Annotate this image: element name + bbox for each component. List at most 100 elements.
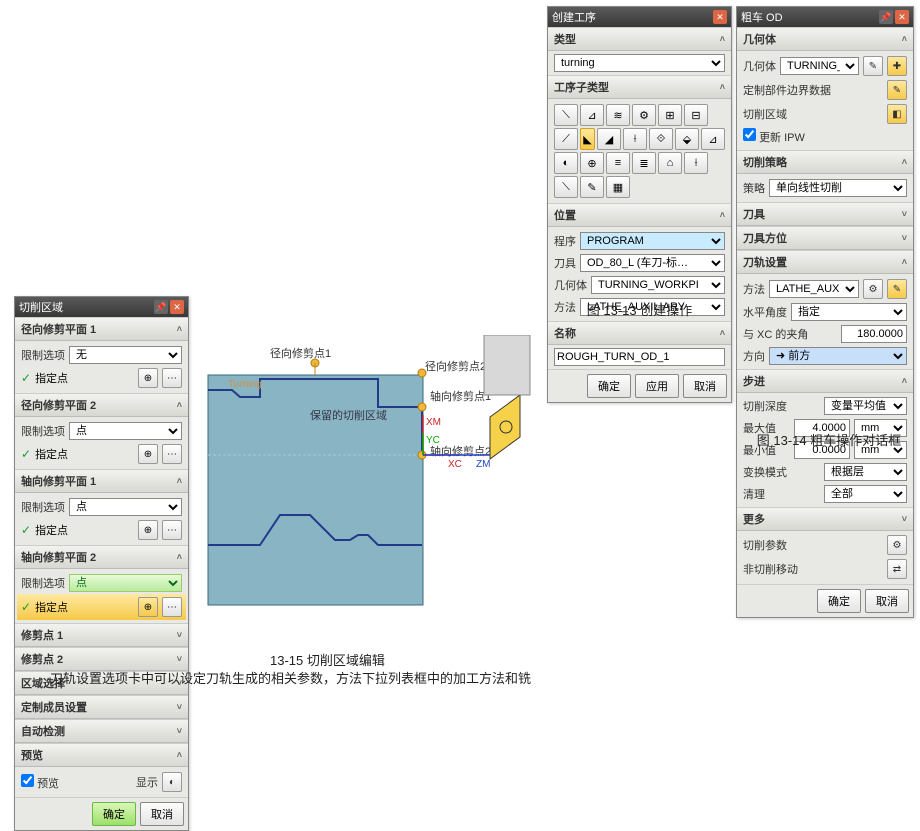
cancel-button[interactable]: 取消 <box>683 374 727 398</box>
subtype-icon[interactable]: ⬙ <box>675 128 699 150</box>
name-input[interactable] <box>554 348 725 366</box>
section-trim-point-1[interactable]: 修剪点 1 ˅ <box>15 623 188 647</box>
subtype-icon[interactable]: ⊿ <box>580 104 604 126</box>
cancel-button[interactable]: 取消 <box>140 802 184 826</box>
zm-axis-label: ZM <box>476 459 490 470</box>
section-name[interactable]: 名称 ˄ <box>548 321 731 345</box>
section-location[interactable]: 位置 ˄ <box>548 203 731 227</box>
pin-icon[interactable]: 📌 <box>154 300 168 314</box>
method-edit-icon[interactable]: ⚙ <box>863 279 883 299</box>
change-mode-select[interactable]: 根据层 <box>824 463 907 481</box>
subtype-icon[interactable]: ▦ <box>606 176 630 198</box>
point-picker-icon[interactable]: ⊕ <box>138 597 158 617</box>
point-dialog-icon[interactable]: ⋯ <box>162 597 182 617</box>
ok-button[interactable]: 确定 <box>587 374 631 398</box>
section-geometry[interactable]: 几何体 ˄ <box>737 27 913 51</box>
xc-angle-input[interactable] <box>841 325 907 343</box>
section-step[interactable]: 步进 ˄ <box>737 369 913 393</box>
xm-axis-label: XM <box>426 417 441 428</box>
subtype-icon[interactable]: ⊕ <box>580 152 604 174</box>
section-tool[interactable]: 刀具 ˅ <box>737 202 913 226</box>
section-label: 工序子类型 <box>554 79 609 95</box>
subtype-icon[interactable]: ⌂ <box>658 152 682 174</box>
direction-label: 方向 <box>743 348 765 364</box>
noncut-move-icon[interactable]: ⇄ <box>887 559 907 579</box>
subtype-icon[interactable]: ⚙ <box>632 104 656 126</box>
section-axial-trim-1[interactable]: 轴向修剪平面 1 ˄ <box>15 469 188 493</box>
point-dialog-icon[interactable]: ⋯ <box>162 520 182 540</box>
cleanup-select[interactable]: 全部 <box>824 485 907 503</box>
horizontal-angle-select[interactable]: 指定 <box>791 303 907 321</box>
point-picker-icon[interactable]: ⊕ <box>138 520 158 540</box>
close-icon[interactable]: ✕ <box>713 10 727 24</box>
cut-region-icon[interactable]: ◧ <box>887 104 907 124</box>
direction-select[interactable]: ➜ 前方 <box>769 347 907 365</box>
point-dialog-icon[interactable]: ⋯ <box>162 444 182 464</box>
apply-button[interactable]: 应用 <box>635 374 679 398</box>
section-strategy[interactable]: 切削策略 ˄ <box>737 150 913 174</box>
limit-option-select[interactable]: 点 <box>69 574 182 592</box>
subtype-icon[interactable]: ≡ <box>606 152 630 174</box>
cancel-button[interactable]: 取消 <box>865 589 909 613</box>
limit-option-select[interactable]: 点 <box>69 422 182 440</box>
type-select[interactable]: turning <box>554 54 725 72</box>
rough-od-panel: 粗车 OD 📌 ✕ 几何体 ˄ 几何体 TURNING_WO… ✎ ✚ 定制部件… <box>736 6 914 618</box>
preview-checkbox-label[interactable]: 预览 <box>21 774 59 791</box>
subtype-icon[interactable]: ◢ <box>597 128 621 150</box>
subtype-icon[interactable]: ⟍ <box>554 176 578 198</box>
method-new-icon[interactable]: ✎ <box>887 279 907 299</box>
xc-angle-label: 与 XC 的夹角 <box>743 326 837 342</box>
close-icon[interactable]: ✕ <box>895 10 909 24</box>
section-axial-trim-2[interactable]: 轴向修剪平面 2 ˄ <box>15 545 188 569</box>
subtype-icon[interactable]: ⊟ <box>684 104 708 126</box>
point-picker-icon[interactable]: ⊕ <box>138 368 158 388</box>
section-preview[interactable]: 预览 ˄ <box>15 743 188 767</box>
edit-icon[interactable]: ✎ <box>863 56 883 76</box>
limit-option-select[interactable]: 点 <box>69 498 182 516</box>
subtype-icon[interactable]: ⟍ <box>554 104 578 126</box>
point-dialog-icon[interactable]: ⋯ <box>162 368 182 388</box>
subtype-icon[interactable]: ⟊ <box>623 128 647 150</box>
section-path-settings[interactable]: 刀轨设置 ˄ <box>737 250 913 274</box>
subtype-icon[interactable]: ≣ <box>632 152 656 174</box>
cut-params-icon[interactable]: ⚙ <box>887 535 907 555</box>
cut-depth-select[interactable]: 变量平均值 <box>824 397 907 415</box>
custom-boundary-icon[interactable]: ✎ <box>887 80 907 100</box>
subtype-icon[interactable]: ⊞ <box>658 104 682 126</box>
chevron-up-icon: ˄ <box>177 400 182 410</box>
section-auto-detect[interactable]: 自动检测 ˅ <box>15 719 188 743</box>
new-icon[interactable]: ✚ <box>887 56 907 76</box>
subtype-icon[interactable]: ⟋ <box>554 128 578 150</box>
update-ipw-checkbox[interactable] <box>743 128 756 141</box>
preview-checkbox[interactable] <box>21 774 34 787</box>
strategy-select[interactable]: 单向线性切削 <box>769 179 907 197</box>
chevron-up-icon: ˄ <box>720 328 725 338</box>
subtype-icon[interactable]: ⟊ <box>684 152 708 174</box>
section-radial-trim-1[interactable]: 径向修剪平面 1 ˄ <box>15 317 188 341</box>
point-picker-icon[interactable]: ⊕ <box>138 444 158 464</box>
limit-option-select[interactable]: 无 <box>69 346 182 364</box>
section-custom-member[interactable]: 定制成员设置 ˅ <box>15 695 188 719</box>
tool-select[interactable]: OD_80_L (车刀-标… <box>580 254 725 272</box>
subtype-icon[interactable]: ≋ <box>606 104 630 126</box>
subtype-icon[interactable]: ◐ <box>554 152 578 174</box>
subtype-icon[interactable]: ✎ <box>580 176 604 198</box>
section-radial-trim-2[interactable]: 径向修剪平面 2 ˄ <box>15 393 188 417</box>
section-more[interactable]: 更多 ˅ <box>737 507 913 531</box>
pin-icon[interactable]: 📌 <box>879 10 893 24</box>
geometry-select[interactable]: TURNING_WORKPI <box>591 276 725 294</box>
update-ipw-label[interactable]: 更新 IPW <box>743 128 805 145</box>
subtype-icon[interactable]: ⊿ <box>701 128 725 150</box>
geometry-select[interactable]: TURNING_WO… <box>780 57 859 75</box>
close-icon[interactable]: ✕ <box>170 300 184 314</box>
method-select[interactable]: LATHE_AUXILI <box>769 280 859 298</box>
display-icon[interactable]: ◐ <box>162 772 182 792</box>
subtype-icon[interactable]: ⟐ <box>649 128 673 150</box>
ok-button[interactable]: 确定 <box>817 589 861 613</box>
section-type[interactable]: 类型 ˄ <box>548 27 731 51</box>
program-select[interactable]: PROGRAM <box>580 232 725 250</box>
section-tool-axis[interactable]: 刀具方位 ˅ <box>737 226 913 250</box>
subtype-icon-selected[interactable]: ◣ <box>580 128 595 150</box>
section-subtype[interactable]: 工序子类型 ˄ <box>548 75 731 99</box>
ok-button[interactable]: 确定 <box>92 802 136 826</box>
